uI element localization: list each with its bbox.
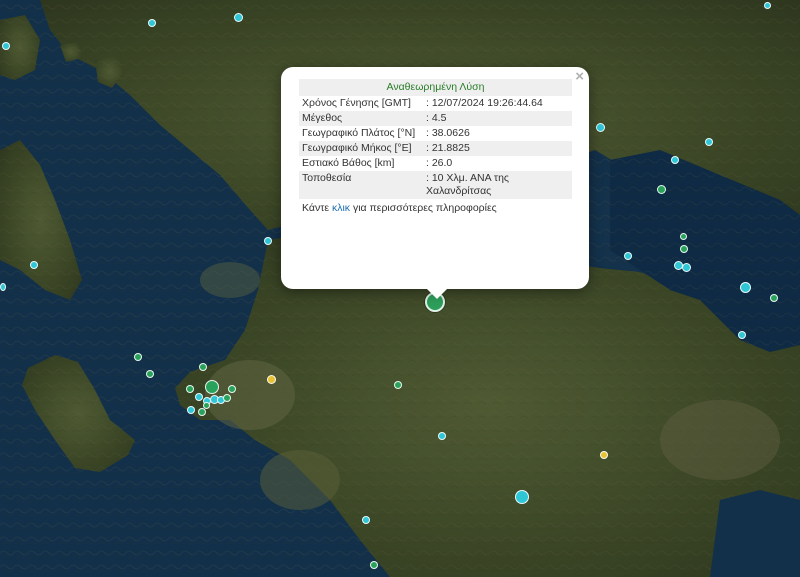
event-info-popup: × Αναθεωρημένη Λύση Χρόνος Γένησης [GMT]…	[281, 67, 589, 299]
detail-label: Χρόνος Γένησης [GMT]	[302, 97, 411, 109]
southeast-bay	[710, 490, 800, 577]
detail-row: Τοποθεσία : 10 Χλμ. ΑΝΑ της Χαλανδρίτσας	[299, 171, 572, 199]
more-info-suffix: για περισσότερες πληροφορίες	[350, 202, 497, 214]
detail-value: : 26.0	[426, 157, 453, 169]
earthquake-marker[interactable]	[596, 123, 605, 132]
earthquake-marker[interactable]	[657, 185, 666, 194]
earthquake-marker[interactable]	[2, 42, 10, 50]
earthquake-marker[interactable]	[198, 408, 206, 416]
earthquake-marker[interactable]	[264, 237, 272, 245]
earthquake-marker[interactable]	[148, 19, 156, 27]
earthquake-marker[interactable]	[223, 394, 231, 402]
earthquake-marker[interactable]	[195, 393, 203, 401]
earthquake-marker[interactable]	[134, 353, 142, 361]
detail-value: : 38.0626	[426, 127, 470, 139]
earthquake-marker[interactable]	[671, 156, 679, 164]
popup-title: Αναθεωρημένη Λύση	[299, 79, 572, 96]
earthquake-marker[interactable]	[0, 283, 6, 291]
detail-row: Εστιακό Βάθος [km] : 26.0	[299, 156, 572, 171]
detail-row: Γεωγραφικό Μήκος [°E] : 21.8825	[299, 141, 572, 156]
earthquake-marker[interactable]	[680, 245, 688, 253]
detail-label: Εστιακό Βάθος [km]	[302, 157, 395, 169]
more-info-prefix: Κάντε	[302, 202, 332, 214]
earthquake-marker[interactable]	[705, 138, 713, 146]
earthquake-marker[interactable]	[205, 380, 219, 394]
earthquake-marker[interactable]	[30, 261, 38, 269]
more-info-link[interactable]: κλικ	[332, 202, 350, 214]
earthquake-marker[interactable]	[770, 294, 778, 302]
plain	[660, 400, 780, 480]
detail-row: Γεωγραφικό Πλάτος [°N] : 38.0626	[299, 126, 572, 141]
satellite-map[interactable]: × Αναθεωρημένη Λύση Χρόνος Γένησης [GMT]…	[0, 0, 800, 577]
earthquake-marker[interactable]	[203, 402, 210, 409]
detail-label: Γεωγραφικό Πλάτος [°N]	[302, 127, 416, 139]
close-icon[interactable]: ×	[575, 69, 584, 85]
detail-row: Μέγεθος : 4.5	[299, 111, 572, 126]
detail-value: : 4.5	[423, 111, 572, 126]
earthquake-marker[interactable]	[370, 561, 378, 569]
earthquake-marker[interactable]	[438, 432, 446, 440]
earthquake-marker[interactable]	[680, 233, 687, 240]
detail-value: : 12/07/2024 19:26:44.64	[426, 97, 543, 109]
plain	[260, 450, 340, 510]
earthquake-marker[interactable]	[682, 263, 691, 272]
earthquake-marker[interactable]	[228, 385, 236, 393]
plain	[205, 360, 295, 430]
detail-label: Μέγεθος	[299, 111, 423, 126]
earthquake-marker[interactable]	[234, 13, 243, 22]
earthquake-marker[interactable]	[362, 516, 370, 524]
earthquake-marker[interactable]	[515, 490, 529, 504]
earthquake-marker[interactable]	[187, 406, 195, 414]
earthquake-marker[interactable]	[740, 282, 751, 293]
detail-value: : 10 Χλμ. ΑΝΑ της Χαλανδρίτσας	[423, 171, 572, 199]
earthquake-marker[interactable]	[394, 381, 402, 389]
detail-label: Τοποθεσία	[299, 171, 423, 199]
earthquake-marker[interactable]	[624, 252, 632, 260]
event-details-table: Αναθεωρημένη Λύση Χρόνος Γένησης [GMT] :…	[299, 79, 572, 216]
earthquake-marker[interactable]	[199, 363, 207, 371]
earthquake-marker[interactable]	[146, 370, 154, 378]
detail-value: : 21.8825	[423, 141, 572, 156]
more-info-text: Κάντε κλικ για περισσότερες πληροφορίες	[299, 199, 572, 216]
earthquake-marker[interactable]	[764, 2, 771, 9]
detail-label: Γεωγραφικό Μήκος [°E]	[299, 141, 423, 156]
plain	[200, 262, 260, 298]
earthquake-marker[interactable]	[600, 451, 608, 459]
earthquake-marker[interactable]	[738, 331, 746, 339]
detail-row: Χρόνος Γένησης [GMT] : 12/07/2024 19:26:…	[299, 96, 572, 111]
earthquake-marker[interactable]	[186, 385, 194, 393]
earthquake-marker[interactable]	[267, 375, 276, 384]
popup-tip	[427, 289, 447, 299]
